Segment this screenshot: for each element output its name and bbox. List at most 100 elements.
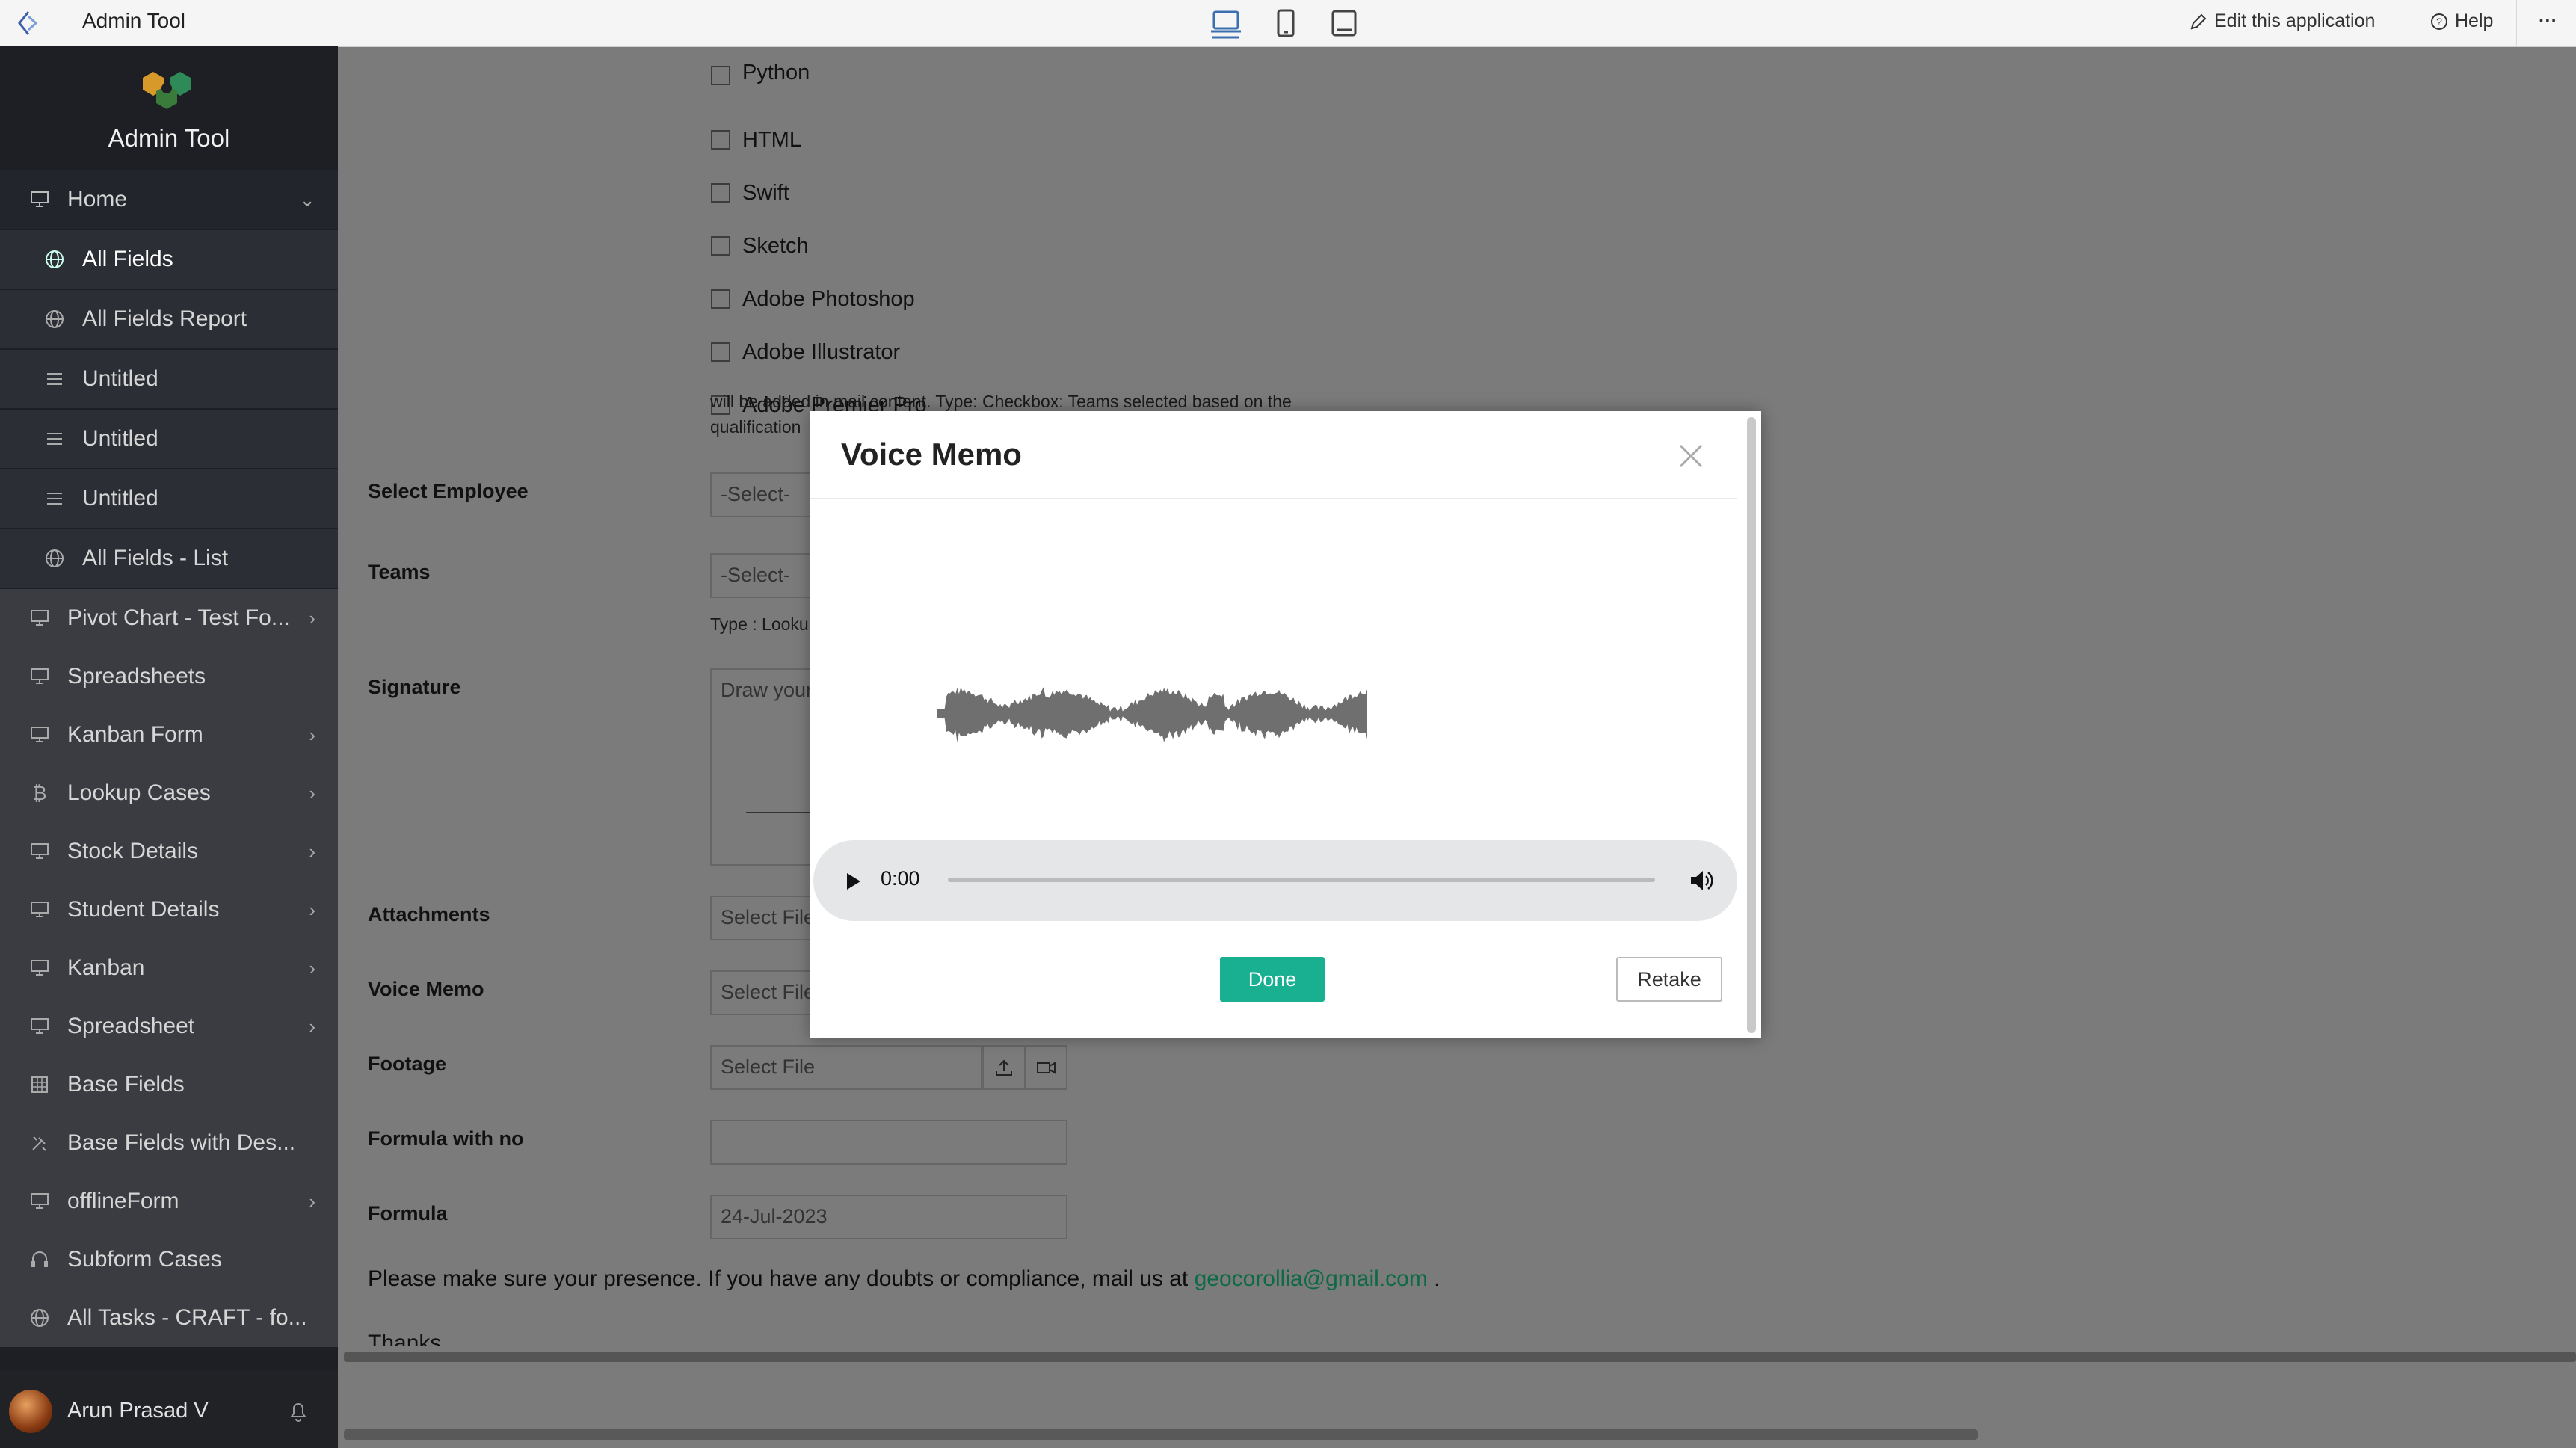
dialog-title: Voice Memo xyxy=(841,437,1022,472)
help-link[interactable]: ? Help xyxy=(2429,10,2493,32)
more-menu-button[interactable]: ··· xyxy=(2539,10,2557,32)
checkbox-label: Adobe Photoshop xyxy=(742,286,915,311)
checkbox[interactable] xyxy=(711,289,730,309)
sidebar-item-untitled[interactable]: Untitled xyxy=(0,469,338,528)
grid-icon xyxy=(28,1073,51,1096)
divider xyxy=(810,498,1737,499)
mobile-view-button[interactable] xyxy=(1326,7,1362,39)
edit-application-link[interactable]: Edit this application xyxy=(2189,10,2375,32)
sidebar-item-untitled[interactable]: Untitled xyxy=(0,350,338,408)
chevron-right-icon: › xyxy=(309,1014,315,1038)
checkbox-option[interactable]: Adobe Illustrator xyxy=(711,333,900,371)
sidebar-item-pivot-chart[interactable]: Pivot Chart - Test Fo... › xyxy=(0,589,338,647)
attachments-label: Attachments xyxy=(368,903,490,925)
sidebar-item-label: Spreadsheets xyxy=(67,664,206,688)
footage-label: Footage xyxy=(368,1053,446,1075)
select-employee-label: Select Employee xyxy=(368,480,529,502)
tablet-icon xyxy=(1277,9,1295,37)
voice-memo-dialog: Voice Memo 0:00 Done Retake xyxy=(810,411,1761,1038)
desktop-view-button[interactable] xyxy=(1208,7,1244,39)
avatar[interactable] xyxy=(9,1390,52,1433)
signature-placeholder: Draw your xyxy=(721,679,813,701)
sidebar-item-lookup-cases[interactable]: ₿ Lookup Cases › xyxy=(0,764,338,822)
checkbox-option[interactable]: Python xyxy=(711,63,810,85)
checkbox[interactable] xyxy=(711,66,730,85)
monitor-icon xyxy=(28,1015,51,1038)
sidebar-item-label: Student Details xyxy=(67,897,220,922)
sidebar-item-home[interactable]: Home ⌄ xyxy=(0,170,338,229)
horizontal-scrollbar[interactable] xyxy=(344,1352,2576,1362)
app-logo-icon[interactable] xyxy=(13,9,43,37)
checkbox[interactable] xyxy=(711,342,730,362)
footage-file-input[interactable]: Select File xyxy=(710,1045,982,1090)
sidebar-item-label: Stock Details xyxy=(67,839,199,863)
checkbox-label: Adobe Illustrator xyxy=(742,339,901,364)
thanks-text: Thanks xyxy=(368,1331,442,1346)
sidebar-item-stock-details[interactable]: Stock Details › xyxy=(0,822,338,881)
email-link[interactable]: geocorollia@gmail.com xyxy=(1195,1266,1428,1291)
play-icon[interactable] xyxy=(841,869,865,894)
bell-icon[interactable] xyxy=(287,1399,309,1423)
sidebar-item-label: offlineForm xyxy=(67,1189,179,1213)
formula-no-input[interactable] xyxy=(710,1120,1067,1165)
sidebar-item-label: Lookup Cases xyxy=(67,780,211,805)
playback-progress-bar[interactable] xyxy=(948,878,1655,882)
list-icon xyxy=(43,487,66,510)
headset-icon xyxy=(28,1248,51,1271)
sidebar-item-untitled[interactable]: Untitled xyxy=(0,410,338,468)
formula-label: Formula xyxy=(368,1202,448,1224)
sidebar-item-label: Untitled xyxy=(82,486,158,511)
checkbox-label: HTML xyxy=(742,127,801,152)
sidebar-item-all-tasks[interactable]: All Tasks - CRAFT - fo... xyxy=(0,1289,338,1347)
brand-name: Admin Tool xyxy=(108,124,230,152)
sidebar-item-all-fields-list[interactable]: All Fields - List xyxy=(0,529,338,588)
vertical-scrollbar[interactable] xyxy=(1747,417,1756,1033)
checkbox[interactable] xyxy=(711,183,730,203)
sidebar-item-label: Untitled xyxy=(82,426,158,451)
retake-button[interactable]: Retake xyxy=(1616,957,1722,1002)
sidebar-item-subform-cases[interactable]: Subform Cases xyxy=(0,1230,338,1289)
close-icon[interactable] xyxy=(1674,440,1707,472)
sidebar-item-spreadsheet[interactable]: Spreadsheet › xyxy=(0,997,338,1056)
checkbox-option[interactable]: Swift xyxy=(711,174,789,212)
monitor-icon xyxy=(28,724,51,746)
checkbox-label: Swift xyxy=(742,180,789,205)
monitor-icon xyxy=(28,1190,51,1213)
mail-notice-text: Please make sure your presence. If you h… xyxy=(368,1266,1195,1291)
sidebar-item-kanban[interactable]: Kanban › xyxy=(0,939,338,997)
sidebar-item-spreadsheets[interactable]: Spreadsheets xyxy=(0,647,338,706)
record-video-button[interactable] xyxy=(1024,1045,1067,1090)
formula-no-label: Formula with no xyxy=(368,1127,524,1150)
sidebar-item-all-fields[interactable]: All Fields xyxy=(0,230,338,289)
globe-icon xyxy=(43,248,66,271)
checkbox-option[interactable]: HTML xyxy=(711,121,801,158)
upload-icon xyxy=(996,1059,1012,1076)
sidebar-item-offlineform[interactable]: offlineForm › xyxy=(0,1172,338,1230)
tablet-view-button[interactable] xyxy=(1268,7,1304,39)
done-button[interactable]: Done xyxy=(1220,957,1325,1002)
checkbox[interactable] xyxy=(711,236,730,256)
checkbox-option[interactable]: Adobe Photoshop xyxy=(711,280,915,318)
volume-icon[interactable] xyxy=(1687,866,1716,895)
sidebar-item-student-details[interactable]: Student Details › xyxy=(0,881,338,939)
upload-button[interactable] xyxy=(982,1045,1026,1090)
checkbox[interactable] xyxy=(711,130,730,150)
sidebar-item-kanban-form[interactable]: Kanban Form › xyxy=(0,706,338,764)
help-line: will be added in mail content. Type: Che… xyxy=(710,392,1292,411)
svg-text:?: ? xyxy=(2436,16,2442,28)
sidebar-item-label: Base Fields with Des... xyxy=(67,1130,296,1155)
checkbox-label: Python xyxy=(742,63,810,84)
sidebar-item-base-fields[interactable]: Base Fields xyxy=(0,1056,338,1114)
edit-application-label: Edit this application xyxy=(2214,10,2376,31)
audio-player: 0:00 xyxy=(813,840,1737,921)
sidebar-item-label: All Fields Report xyxy=(82,306,247,331)
sidebar-item-base-fields-desc[interactable]: Base Fields with Des... xyxy=(0,1114,338,1172)
formula-value: 24-Jul-2023 xyxy=(710,1195,1067,1239)
chevron-right-icon: › xyxy=(309,723,315,746)
checkbox-option[interactable]: Sketch xyxy=(711,227,809,265)
checkbox-label: Sketch xyxy=(742,233,809,258)
user-profile-bar[interactable]: Arun Prasad V xyxy=(0,1370,338,1448)
sidebar-item-all-fields-report[interactable]: All Fields Report xyxy=(0,290,338,348)
horizontal-scrollbar[interactable] xyxy=(344,1429,1978,1440)
sidebar-item-label: All Fields - List xyxy=(82,546,229,570)
